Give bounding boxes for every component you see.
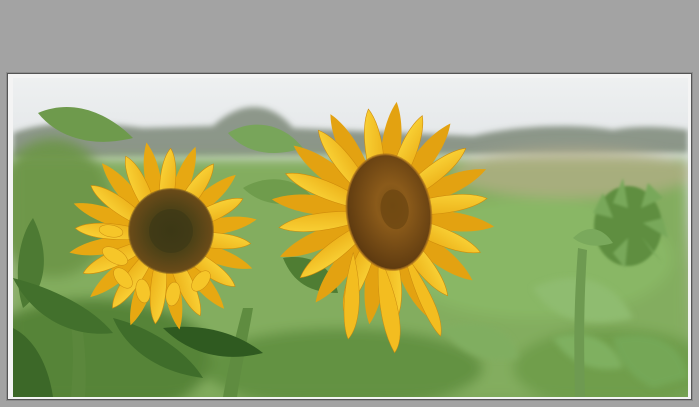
photo-frame xyxy=(7,73,692,400)
sunflower-photo xyxy=(13,78,688,397)
sunflower-image xyxy=(13,78,688,397)
page-background xyxy=(0,0,699,407)
